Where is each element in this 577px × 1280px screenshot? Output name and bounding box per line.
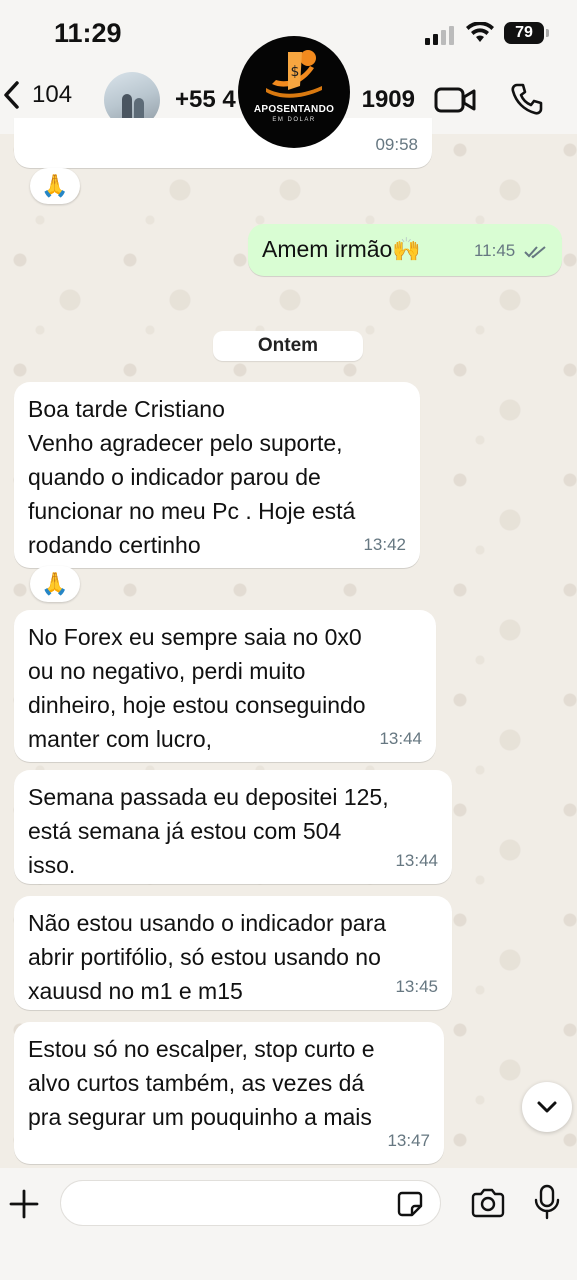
message-time: 13:42 [363,535,406,554]
sticker-icon[interactable] [396,1190,424,1218]
chevron-down-icon [537,1101,557,1113]
message-time: 09:58 [375,135,418,154]
message-incoming[interactable]: Boa tarde Cristiano Venho agradecer pelo… [14,382,420,568]
contact-number-start: +55 4 [175,86,236,113]
unread-count: 104 [32,81,73,108]
message-text: No Forex eu sempre saia no 0x0 ou no neg… [28,624,366,752]
chevron-left-icon [4,81,19,109]
message-text: Semana passada eu depositei 125, está se… [28,784,389,878]
contact-number-end: 1909 [361,86,415,113]
message-incoming[interactable]: Estou só no escalper, stop curto e alvo … [14,1022,444,1164]
message-text: Boa tarde Cristiano Venho agradecer pelo… [28,396,356,558]
back-button[interactable]: 104 [2,80,72,110]
message-time: 13:47 [387,1131,430,1150]
message-input[interactable] [60,1180,441,1226]
message-text: Amem irmão🙌 [262,236,421,262]
message-time: 13:44 [379,729,422,748]
message-text: Estou só no escalper, stop curto e alvo … [28,1036,375,1130]
camera-icon[interactable] [470,1188,506,1218]
composer-bar [0,1168,577,1280]
svg-text:$: $ [291,64,300,80]
logo-title: APOSENTANDO [253,104,335,115]
video-call-icon[interactable] [434,86,476,114]
battery-indicator: 79 [504,22,549,44]
microphone-icon[interactable] [534,1184,560,1220]
message-incoming[interactable]: Semana passada eu depositei 125, está se… [14,770,452,884]
read-receipt-icon [524,245,546,258]
message-time: 13:44 [395,851,438,870]
wifi-icon [466,22,494,42]
brand-logo: $ APOSENTANDO EM DOLAR [238,36,350,148]
message-time: 13:45 [395,977,438,996]
reaction-badge[interactable]: 🙏 [30,566,80,602]
message-incoming-partial[interactable]: 09:58 [14,118,432,168]
message-meta: 11:45 [474,234,548,268]
message-text: Não estou usando o indicador para abrir … [28,910,387,1004]
phone-icon[interactable] [510,82,544,116]
message-incoming[interactable]: Não estou usando o indicador para abrir … [14,896,452,1010]
date-separator: Ontem [213,331,363,361]
message-time: 11:45 [473,241,516,260]
message-incoming[interactable]: No Forex eu sempre saia no 0x0 ou no neg… [14,610,436,762]
reaction-badge[interactable]: 🙏 [30,168,80,204]
cellular-signal-icon [425,25,455,45]
logo-subtitle: EM DOLAR [272,117,316,123]
scroll-to-bottom-button[interactable] [522,1082,572,1132]
status-time: 11:29 [54,18,122,48]
plus-icon[interactable] [8,1188,40,1220]
message-outgoing[interactable]: Amem irmão🙌 11:45 [248,224,562,276]
